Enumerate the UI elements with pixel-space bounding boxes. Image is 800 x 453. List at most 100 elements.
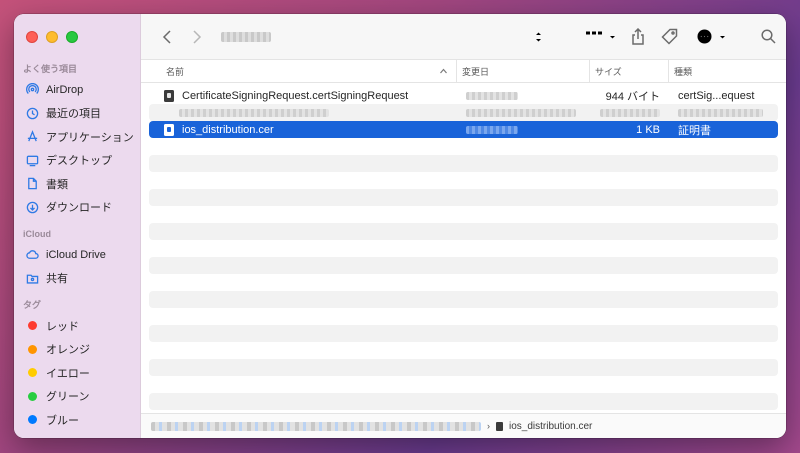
sidebar-item-label: 最近の項目 [46, 108, 101, 121]
chevron-down-icon [720, 35, 725, 38]
sidebar-item-label: アプリケーション [46, 131, 134, 144]
empty-row [149, 240, 778, 257]
empty-row [149, 291, 778, 308]
file-kind: 証明書 [678, 124, 711, 137]
sidebar-item-applications[interactable]: アプリケーション [14, 125, 140, 149]
file-name: ios_distribution.cer [182, 123, 274, 136]
view-options-list-button[interactable] [510, 30, 543, 44]
path-redacted [151, 421, 481, 431]
date-redacted [466, 108, 576, 117]
sidebar-item-downloads[interactable]: ダウンロード [14, 196, 140, 220]
sidebar-item-tag-green[interactable]: グリーン [14, 385, 140, 409]
sidebar-item-tag-yellow[interactable]: イエロー [14, 361, 140, 385]
search-button[interactable] [761, 25, 776, 49]
minimize-window-button[interactable] [46, 31, 58, 43]
file-list: CertificateSigningRequest.certSigningReq… [141, 83, 786, 413]
sidebar-item-shared[interactable]: 共有 [14, 267, 140, 291]
path-current-file[interactable]: ios_distribution.cer [509, 421, 592, 432]
tag-button[interactable] [661, 25, 678, 49]
back-button[interactable] [159, 25, 175, 49]
cloud-icon [25, 248, 39, 262]
sidebar-item-desktop[interactable]: デスクトップ [14, 149, 140, 173]
sidebar-item-label: イエロー [46, 367, 90, 380]
empty-row [149, 206, 778, 223]
share-icon [632, 28, 644, 45]
sidebar-item-icloud-drive[interactable]: iCloud Drive [14, 243, 140, 267]
sidebar-item-recents[interactable]: 最近の項目 [14, 102, 140, 126]
sidebar-item-label: ブルー [46, 414, 79, 427]
file-kind: certSig...equest [678, 89, 755, 102]
empty-row [149, 138, 778, 155]
empty-row [149, 274, 778, 291]
column-header-date[interactable]: 変更日 [456, 60, 589, 82]
tag-color-dot [28, 344, 37, 354]
table-row[interactable] [149, 104, 778, 121]
sidebar-section-icloud: iCloud [23, 229, 51, 239]
finder-window: よく使う項目 AirDrop 最近の項目 アプリケーション デスクトップ 書類 … [14, 14, 786, 438]
sidebar-item-tag-blue[interactable]: ブルー [14, 408, 140, 432]
sidebar-item-label: 共有 [46, 273, 68, 286]
list-view-icon [511, 32, 527, 41]
empty-row [149, 223, 778, 240]
sidebar-item-documents[interactable]: 書類 [14, 172, 140, 196]
action-menu-button[interactable] [696, 28, 727, 45]
sidebar-item-tag-red[interactable]: レッド [14, 314, 140, 338]
path-separator-icon: › [487, 421, 490, 431]
share-button[interactable] [631, 25, 645, 49]
empty-row [149, 359, 778, 376]
shared-folder-icon [25, 271, 39, 285]
chevron-down-icon [610, 35, 615, 38]
date-redacted [466, 125, 518, 134]
column-header-size[interactable]: サイズ [589, 60, 668, 82]
file-icon [164, 123, 174, 136]
sidebar-section-favorites: よく使う項目 [23, 64, 78, 74]
sidebar-section-tags: タグ [23, 300, 42, 310]
sidebar-item-airdrop[interactable]: AirDrop [14, 78, 140, 102]
chevron-left-icon [162, 29, 171, 44]
kind-redacted [678, 108, 763, 117]
empty-row [149, 172, 778, 189]
empty-row [149, 376, 778, 393]
sidebar-item-label: オレンジ [46, 344, 90, 357]
empty-row [149, 393, 778, 410]
tag-color-dot [28, 415, 37, 425]
column-header-name[interactable]: 名前 [141, 60, 456, 82]
sort-ascending-icon [439, 67, 448, 77]
empty-row [149, 325, 778, 342]
desktop-icon [25, 153, 39, 167]
main-pane: 名前 変更日 サイズ 種類 CertificateSigningRequest.… [141, 14, 786, 438]
group-button[interactable] [585, 30, 617, 44]
close-window-button[interactable] [26, 31, 38, 43]
clock-icon [25, 106, 39, 120]
file-icon [496, 421, 503, 431]
window-title-redacted [221, 31, 271, 42]
table-row[interactable]: CertificateSigningRequest.certSigningReq… [149, 87, 778, 104]
table-row-selected[interactable]: ios_distribution.cer 1 KB 証明書 [149, 121, 778, 138]
sidebar-item-label: グリーン [46, 391, 90, 404]
empty-row [149, 257, 778, 274]
file-size: 944 バイト [605, 90, 660, 103]
sidebar-item-label: AirDrop [46, 83, 84, 96]
sidebar-item-label: 書類 [46, 178, 68, 191]
date-redacted [466, 91, 518, 100]
airdrop-icon [25, 83, 39, 97]
sidebar-item-tag-orange[interactable]: オレンジ [14, 338, 140, 362]
forward-button[interactable] [189, 25, 205, 49]
file-size: 1 KB [636, 123, 660, 136]
tag-icon [661, 28, 678, 45]
column-header-kind[interactable]: 種類 [668, 60, 786, 82]
tag-color-dot [28, 391, 37, 401]
applications-icon [25, 130, 39, 144]
empty-row [149, 189, 778, 206]
toolbar [141, 14, 786, 60]
sidebar: よく使う項目 AirDrop 最近の項目 アプリケーション デスクトップ 書類 … [14, 14, 141, 438]
search-icon [761, 29, 776, 44]
column-header: 名前 変更日 サイズ 種類 [141, 60, 786, 83]
sidebar-item-label: ダウンロード [46, 202, 112, 215]
fullscreen-window-button[interactable] [66, 31, 78, 43]
window-controls [26, 31, 78, 43]
tag-color-dot [28, 321, 37, 331]
download-icon [25, 200, 39, 214]
file-icon [164, 89, 174, 102]
sidebar-item-label: デスクトップ [46, 155, 112, 168]
